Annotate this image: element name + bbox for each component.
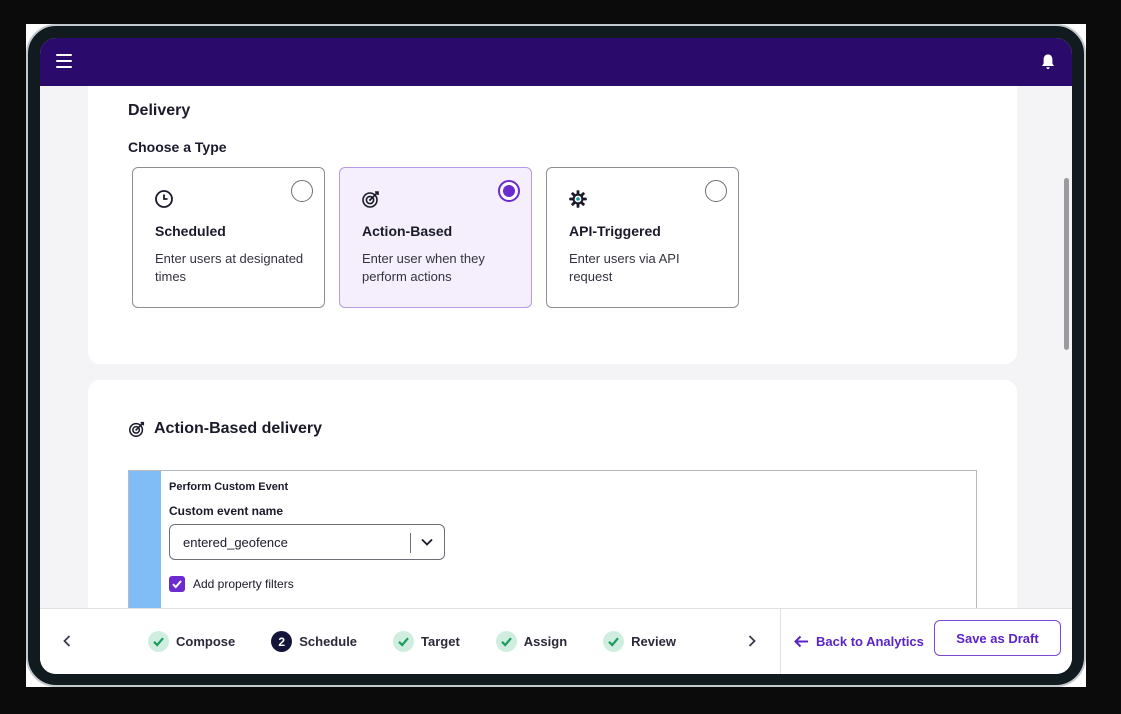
gear-icon xyxy=(569,190,587,208)
check-icon xyxy=(603,631,625,652)
save-as-draft-button[interactable]: Save as Draft xyxy=(934,620,1061,656)
step-label: Schedule xyxy=(299,634,358,649)
type-description-action-based: Enter user when they perform actions xyxy=(362,251,485,284)
property-filter-checkbox[interactable] xyxy=(169,576,185,592)
radio-action-based[interactable] xyxy=(498,180,520,202)
step-review[interactable]: Review xyxy=(603,631,676,652)
step-target[interactable]: Target xyxy=(393,631,460,652)
target-icon xyxy=(129,421,145,437)
custom-event-value: entered_geofence xyxy=(183,535,288,550)
delivery-card: Delivery Choose a Type Scheduled Enter u… xyxy=(88,86,1017,364)
action-based-title: Action-Based delivery xyxy=(154,420,323,437)
chevron-right-icon[interactable] xyxy=(747,634,757,648)
chevron-left-icon[interactable] xyxy=(62,634,72,648)
select-divider xyxy=(410,533,411,553)
type-title-scheduled: Scheduled xyxy=(155,223,226,239)
workflow-footer: Compose 2 Schedule Target Assign Review … xyxy=(40,608,1072,674)
radio-api-triggered[interactable] xyxy=(705,180,727,202)
type-option-scheduled[interactable]: Scheduled Enter users at designated time… xyxy=(132,167,325,308)
arrow-left-icon xyxy=(794,635,808,648)
checkmark-icon xyxy=(172,580,182,589)
property-filter-label: Add property filters xyxy=(193,577,294,591)
property-filter-toggle[interactable]: Add property filters xyxy=(169,576,294,592)
type-option-action-based[interactable]: Action-Based Enter user when they perfor… xyxy=(339,167,532,308)
event-color-stripe xyxy=(129,471,161,608)
step-label: Compose xyxy=(176,634,236,649)
step-compose[interactable]: Compose xyxy=(148,631,235,652)
main-content: Delivery Choose a Type Scheduled Enter u… xyxy=(40,86,1072,608)
workflow-stepper: Compose 2 Schedule Target Assign Review xyxy=(148,631,712,652)
custom-event-name-label: Custom event name xyxy=(169,504,284,518)
check-icon xyxy=(148,631,169,652)
chevron-down-icon[interactable] xyxy=(420,537,434,547)
check-icon xyxy=(495,631,517,652)
type-title-api-triggered: API-Triggered xyxy=(569,223,661,239)
step-label: Target xyxy=(421,634,460,649)
action-based-header: Action-Based delivery xyxy=(128,420,322,438)
back-to-analytics-label: Back to Analytics xyxy=(816,634,924,649)
type-option-api-triggered[interactable]: API-Triggered Enter users via API reques… xyxy=(546,167,739,308)
radio-scheduled[interactable] xyxy=(291,180,313,202)
event-type-label: Perform Custom Event xyxy=(169,481,289,493)
custom-event-select[interactable]: entered_geofence xyxy=(169,524,445,560)
bell-icon[interactable] xyxy=(1040,53,1056,71)
step-label: Review xyxy=(631,634,676,649)
target-icon xyxy=(362,191,379,208)
step-assign[interactable]: Assign xyxy=(495,631,568,652)
step-label: Assign xyxy=(523,634,568,649)
check-icon xyxy=(393,631,415,652)
clock-icon xyxy=(155,190,173,208)
type-description-api-triggered: Enter users via API request xyxy=(569,251,680,284)
hamburger-icon[interactable] xyxy=(56,54,72,68)
back-to-analytics-link[interactable]: Back to Analytics xyxy=(794,634,924,649)
step-number-badge: 2 xyxy=(271,631,293,652)
type-description-scheduled: Enter users at designated times xyxy=(155,251,304,284)
choose-type-label: Choose a Type xyxy=(128,139,227,155)
delivery-title: Delivery xyxy=(128,102,191,119)
top-app-bar xyxy=(40,38,1072,86)
step-schedule[interactable]: 2 Schedule xyxy=(271,631,357,652)
custom-event-panel: Perform Custom Event Custom event name e… xyxy=(128,470,977,608)
action-based-delivery-card: Action-Based delivery Perform Custom Eve… xyxy=(88,380,1017,608)
footer-divider xyxy=(780,609,781,674)
type-title-action-based: Action-Based xyxy=(362,223,453,239)
vertical-scrollbar[interactable] xyxy=(1064,178,1069,350)
app-screen: Delivery Choose a Type Scheduled Enter u… xyxy=(40,38,1072,674)
